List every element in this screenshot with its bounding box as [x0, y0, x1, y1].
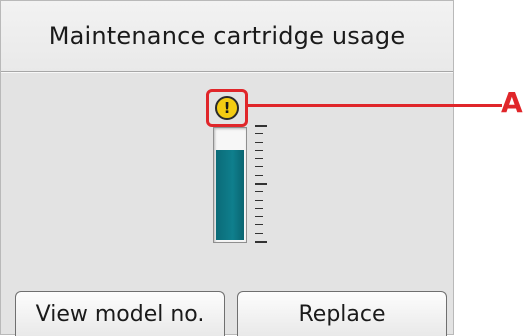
replace-button[interactable]: Replace	[237, 291, 447, 336]
gauge-tick	[255, 224, 263, 225]
gauge-scale	[255, 125, 271, 243]
gauge-tick	[255, 233, 263, 234]
gauge-tick	[255, 150, 263, 151]
view-model-button[interactable]: View model no.	[15, 291, 225, 336]
gauge-fill	[216, 150, 244, 240]
gauge-tick	[255, 133, 263, 134]
callout-line	[246, 104, 502, 107]
gauge-tick	[255, 191, 263, 192]
gauge-tick	[255, 241, 267, 243]
gauge-tick	[255, 183, 267, 185]
header-divider	[1, 71, 453, 73]
callout-label: A	[501, 86, 523, 119]
maintenance-panel: Maintenance cartridge usage ! View model…	[0, 0, 454, 336]
gauge-tick	[255, 175, 263, 176]
gauge-tick	[255, 142, 263, 143]
gauge-tick	[255, 200, 263, 201]
warning-highlight-box: !	[206, 89, 248, 127]
gauge-tick	[255, 125, 267, 127]
cartridge-level-gauge	[213, 127, 247, 243]
warning-icon: !	[215, 96, 239, 120]
gauge-tick	[255, 158, 263, 159]
gauge-tick	[255, 166, 263, 167]
gauge-tick	[255, 208, 263, 209]
page-title: Maintenance cartridge usage	[1, 1, 453, 71]
gauge-tick	[255, 216, 263, 217]
